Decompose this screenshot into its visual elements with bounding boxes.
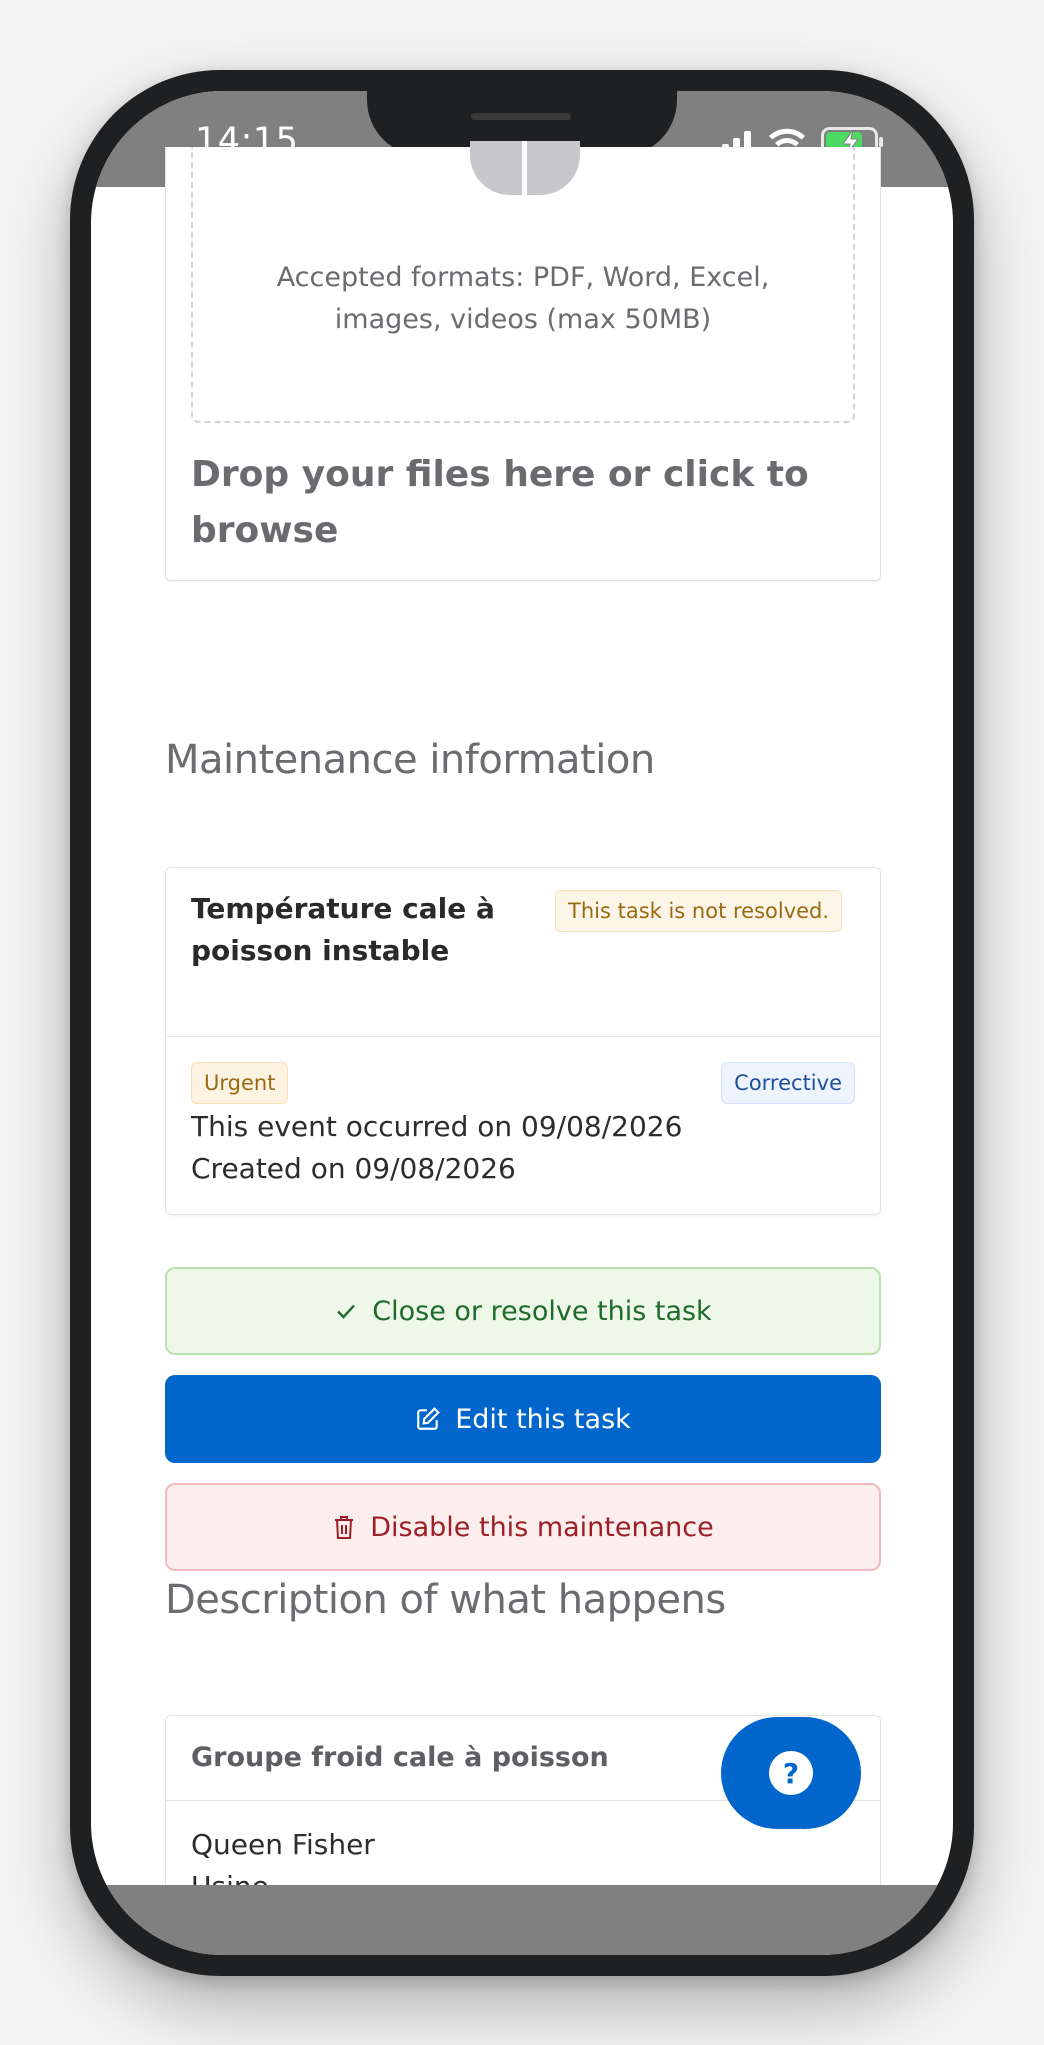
file-dropzone[interactable]: Accepted formats: PDF, Word, Excel, imag… — [191, 141, 855, 423]
task-status-badge: This task is not resolved. — [555, 890, 843, 932]
drop-files-label[interactable]: Drop your files here or click to browse — [191, 447, 811, 559]
speaker-grille — [471, 113, 571, 120]
description-section-title: Description of what happens — [165, 1577, 726, 1623]
checkmark-icon — [337, 1304, 356, 1319]
task-title: Température cale à poisson instable — [191, 892, 495, 967]
task-card-divider — [166, 1036, 880, 1037]
priority-badge: Urgent — [191, 1062, 289, 1104]
accepted-formats-text: Accepted formats: PDF, Word, Excel, imag… — [193, 257, 853, 341]
disable-maintenance-label: Disable this maintenance — [370, 1511, 714, 1543]
help-icon: ? — [769, 1751, 813, 1795]
occurred-date-text: This event occurred on 09/08/2026 — [191, 1110, 683, 1143]
type-badge: Corrective — [721, 1062, 855, 1104]
page-content: Accepted formats: PDF, Word, Excel, imag… — [91, 141, 953, 1935]
home-indicator-bar — [91, 1885, 953, 1955]
equipment-name: Groupe froid cale à poisson — [191, 1742, 609, 1773]
edit-task-button[interactable]: Edit this task — [165, 1375, 881, 1463]
phone-screen: 14:15 Accepted formats: PDF, Word, Excel… — [91, 91, 953, 1955]
maintenance-section-title: Maintenance information — [165, 737, 655, 783]
formats-line-2: images, videos (max 50MB) — [334, 304, 712, 335]
edit-task-label: Edit this task — [455, 1403, 631, 1435]
resolve-task-label: Close or resolve this task — [372, 1295, 712, 1327]
help-button[interactable]: ? — [721, 1717, 861, 1829]
edit-icon — [417, 1407, 441, 1430]
resolve-task-button[interactable]: Close or resolve this task — [165, 1267, 881, 1355]
task-card: Température cale à poisson instable This… — [165, 867, 881, 1215]
trash-icon — [335, 1516, 354, 1539]
disable-maintenance-button[interactable]: Disable this maintenance — [165, 1483, 881, 1571]
file-upload-card[interactable]: Accepted formats: PDF, Word, Excel, imag… — [165, 141, 881, 581]
created-date-text: Created on 09/08/2026 — [191, 1152, 516, 1185]
vessel-name: Queen Fisher — [191, 1828, 375, 1861]
upload-cloud-icon — [470, 141, 580, 195]
formats-line-1: Accepted formats: PDF, Word, Excel, — [276, 262, 770, 293]
